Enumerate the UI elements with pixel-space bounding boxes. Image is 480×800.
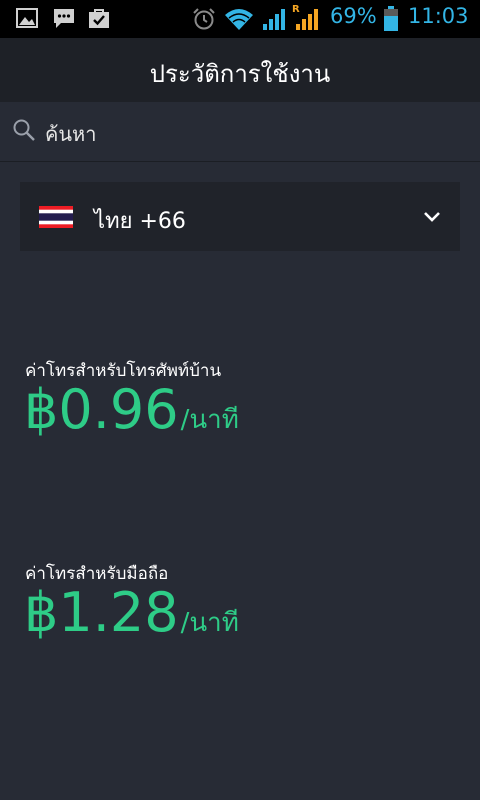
page-title: ประวัติการใช้งาน [149, 60, 331, 88]
battery-percentage: 69% [330, 4, 377, 28]
landline-rate-amount: ฿0.96 [24, 378, 179, 441]
search-icon [13, 119, 35, 141]
alarm-icon [193, 8, 215, 30]
mobile-rate-amount: ฿1.28 [24, 581, 179, 644]
signal-icon [263, 9, 285, 30]
mobile-rate-value: ฿1.28/นาที [24, 581, 239, 644]
gallery-icon [16, 8, 38, 28]
country-selector[interactable]: ไทย +66 [20, 182, 460, 251]
clock: 11:03 [408, 4, 469, 28]
message-icon [54, 9, 74, 28]
mobile-rate-unit: /นาที [180, 608, 239, 638]
landline-rate-unit: /นาที [180, 405, 239, 435]
status-bar: R 69% 11:03 [0, 0, 480, 38]
app-header: ประวัติการใช้งาน [0, 38, 480, 102]
chevron-down-icon[interactable] [422, 210, 442, 224]
landline-rate-value: ฿0.96/นาที [24, 378, 239, 441]
search-bar[interactable]: ค้นหา [0, 102, 480, 162]
svg-text:R: R [292, 4, 300, 15]
signal-roaming-icon: R [292, 4, 318, 30]
store-icon [89, 9, 109, 28]
search-input[interactable]: ค้นหา [45, 118, 96, 150]
battery-icon [384, 6, 398, 31]
wifi-icon [225, 9, 253, 30]
country-label: ไทย +66 [94, 209, 186, 234]
thailand-flag-icon [39, 206, 73, 228]
